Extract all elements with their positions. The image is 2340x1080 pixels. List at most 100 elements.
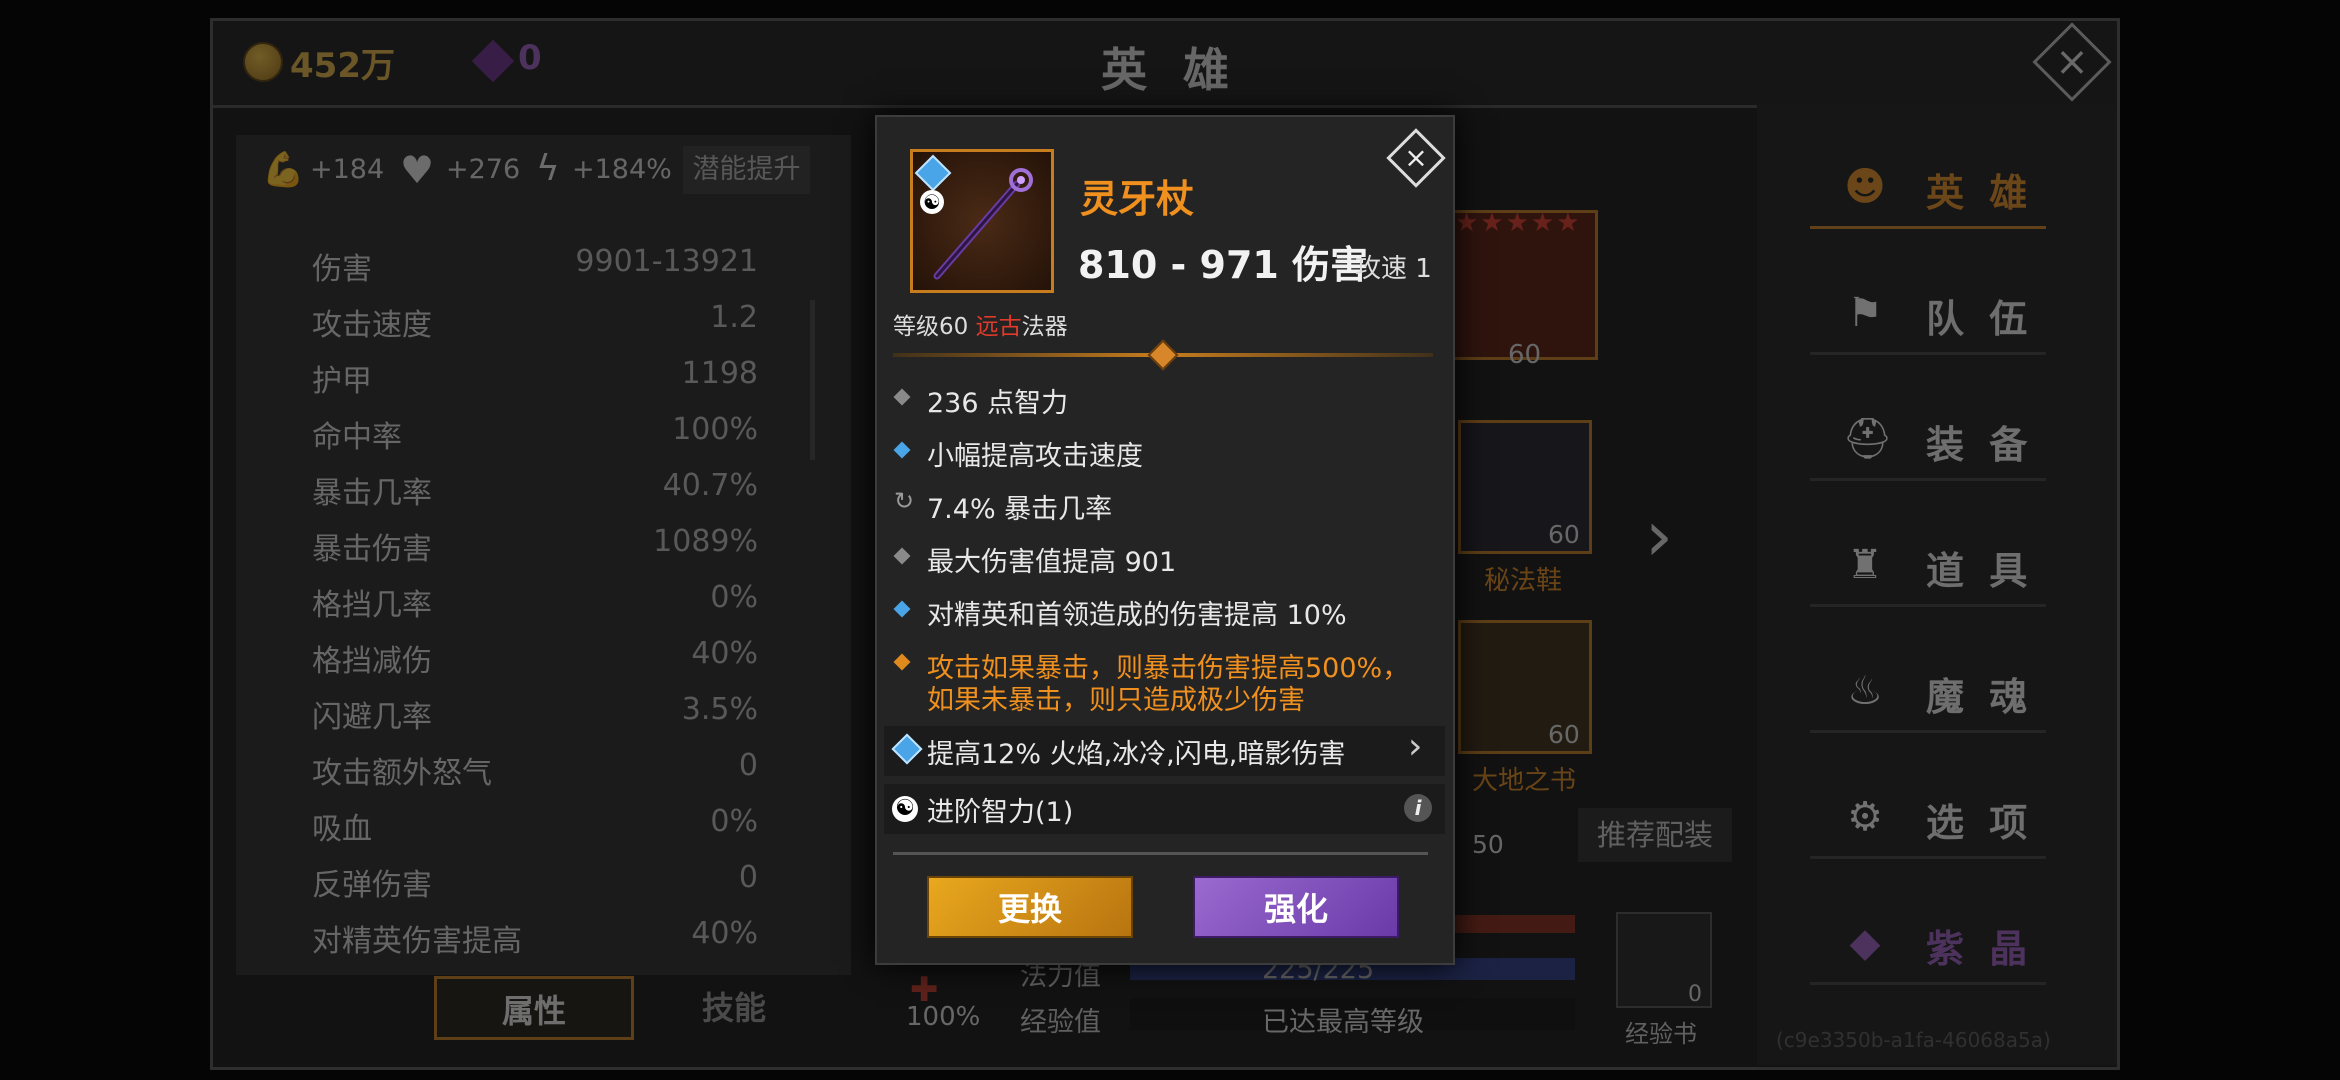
exp-book-count: 0 — [1688, 982, 1702, 1007]
potential-upgrade-button[interactable]: 潜能提升 — [683, 146, 810, 194]
attribute-text: 小幅提高攻击速度 — [927, 441, 1143, 472]
arrow-right-icon[interactable]: › — [1645, 495, 1673, 577]
nav-equipment[interactable]: ⛑ 装 备 — [1810, 398, 2046, 481]
attribute-text: 对精英和首领造成的伤害提高 10% — [927, 600, 1347, 631]
gem-socket-text: 提高12% 火焰,冰冷,闪电,暗影伤害 — [927, 739, 1346, 770]
attribute-text: 236 点智力 — [927, 388, 1069, 419]
upgrade-equipment-button[interactable]: 强化 — [1193, 876, 1399, 938]
yin-yang-icon: ☯ — [892, 796, 918, 822]
nav-hero[interactable]: ☻ 英 雄 — [1810, 146, 2046, 229]
stat-row: 格挡几率 0% — [312, 572, 758, 628]
stat-row: 命中率 100% — [312, 404, 758, 460]
nav-team[interactable]: ⚑ 队 伍 — [1810, 272, 2046, 355]
item-type: 法器 — [1021, 314, 1068, 340]
hero-icon: ☻ — [1844, 164, 1886, 210]
stat-label: 闪避几率 — [312, 700, 432, 735]
stat-label: 攻击速度 — [312, 308, 432, 343]
stat-label: 伤害 — [312, 252, 372, 287]
nav-label: 选 项 — [1926, 801, 2034, 845]
stat-value: 1089% — [653, 524, 758, 559]
stat-label: 暴击几率 — [312, 476, 432, 511]
stat-value: 0% — [710, 580, 758, 615]
item-attack-speed: 攻速 1 — [1355, 254, 1432, 284]
page-title: 英 雄 — [1100, 43, 1239, 97]
item-damage: 810 - 971 伤害 — [1078, 243, 1369, 287]
helmet-icon: ⛑ — [1842, 416, 1893, 462]
book-name: 大地之书 — [1472, 766, 1577, 796]
attribute-text: 7.4% 暴击几率 — [927, 494, 1113, 525]
potential-speed: +184% — [572, 154, 672, 185]
legendary-text-line2: 如果未暴击，则只造成极少伤害 — [927, 685, 1305, 716]
chevron-right-icon[interactable]: › — [1408, 726, 1422, 767]
yin-yang-icon: ☯ — [920, 190, 944, 214]
info-icon[interactable]: i — [1404, 794, 1432, 822]
tab-attributes[interactable]: 属性 — [434, 976, 634, 1040]
book-level: 60 — [1548, 720, 1580, 749]
stat-value: 9901-13921 — [575, 244, 758, 279]
hero-stars: ★★★★★ — [1455, 208, 1582, 238]
change-equipment-button[interactable]: 更换 — [927, 876, 1133, 938]
partial-level: 50 — [1472, 830, 1504, 859]
nav-label: 队 伍 — [1926, 297, 2034, 341]
crystal-icon: ◆ — [1849, 920, 1881, 966]
percent-label: 100% — [906, 1002, 981, 1032]
stat-value: 40.7% — [662, 468, 758, 503]
stat-label: 对精英伤害提高 — [312, 924, 522, 959]
stat-value: 3.5% — [681, 692, 758, 727]
potential-health: +276 — [446, 154, 521, 185]
yin-socket-text: 进阶智力(1) — [927, 797, 1074, 828]
stat-row: 反弹伤害 0 — [312, 852, 758, 908]
stat-label: 格挡几率 — [312, 588, 432, 623]
hero-level: 60 — [1508, 340, 1542, 370]
nav-items[interactable]: ♜ 道 具 — [1810, 524, 2046, 607]
nav-souls[interactable]: ♨ 魔 魂 — [1810, 650, 2046, 733]
stat-row: 吸血 0% — [312, 796, 758, 852]
lightning-icon: ϟ — [536, 148, 560, 189]
strength-icon: 💪 — [262, 150, 305, 190]
stat-row: 暴击几率 40.7% — [312, 460, 758, 516]
flame-icon: ♨ — [1847, 668, 1883, 714]
stat-label: 吸血 — [312, 812, 372, 847]
gear-icon: ⚙ — [1847, 794, 1883, 840]
item-name: 灵牙杖 — [1080, 177, 1195, 221]
stat-row: 护甲 1198 — [312, 348, 758, 404]
stat-row: 攻击额外怒气 0 — [312, 740, 758, 796]
exp-label: 经验值 — [1020, 1007, 1101, 1038]
nav-label: 道 具 — [1926, 549, 2034, 593]
stat-value: 40% — [691, 636, 758, 671]
attribute-text: 最大伤害值提高 901 — [927, 547, 1177, 578]
stat-label: 暴击伤害 — [312, 532, 432, 567]
stat-row: 闪避几率 3.5% — [312, 684, 758, 740]
nav-crystal[interactable]: ◆ 紫 晶 — [1810, 902, 2046, 985]
stat-value: 0 — [738, 860, 758, 895]
bag-icon: ♜ — [1847, 542, 1883, 588]
flag-icon: ⚑ — [1847, 290, 1883, 336]
stat-label: 命中率 — [312, 420, 402, 455]
potential-strength: +184 — [310, 154, 385, 185]
stat-row: 伤害 9901-13921 — [312, 236, 758, 292]
boots-name: 秘法鞋 — [1484, 566, 1563, 596]
tab-skills[interactable]: 技能 — [634, 976, 834, 1040]
item-range: 远古 — [975, 314, 1022, 340]
nav-label: 英 雄 — [1926, 171, 2034, 215]
stat-row: 攻击速度 1.2 — [312, 292, 758, 348]
nav-label: 魔 魂 — [1926, 675, 2034, 719]
item-level: 等级60 — [893, 314, 976, 340]
stat-row: 对精英伤害提高 40% — [312, 908, 758, 964]
stat-label: 反弹伤害 — [312, 868, 432, 903]
stat-value: 0 — [738, 748, 758, 783]
item-level-line: 等级60 远古法器 — [893, 307, 1068, 341]
scroll-indicator — [893, 852, 1428, 855]
stat-value: 40% — [691, 916, 758, 951]
stat-value: 100% — [672, 412, 758, 447]
nav-options[interactable]: ⚙ 选 项 — [1810, 776, 2046, 859]
nav-label: 紫 晶 — [1926, 927, 2034, 971]
stat-label: 格挡减伤 — [312, 644, 432, 679]
close-icon: × — [2055, 39, 2089, 85]
stat-row: 暴击伤害 1089% — [312, 516, 758, 572]
stat-value: 1.2 — [710, 300, 758, 335]
recommend-button[interactable]: 推荐配装 — [1578, 808, 1732, 862]
stats-scrollbar[interactable] — [810, 300, 815, 460]
nav-label: 装 备 — [1926, 423, 2034, 467]
heart-icon: ♥ — [400, 148, 435, 192]
